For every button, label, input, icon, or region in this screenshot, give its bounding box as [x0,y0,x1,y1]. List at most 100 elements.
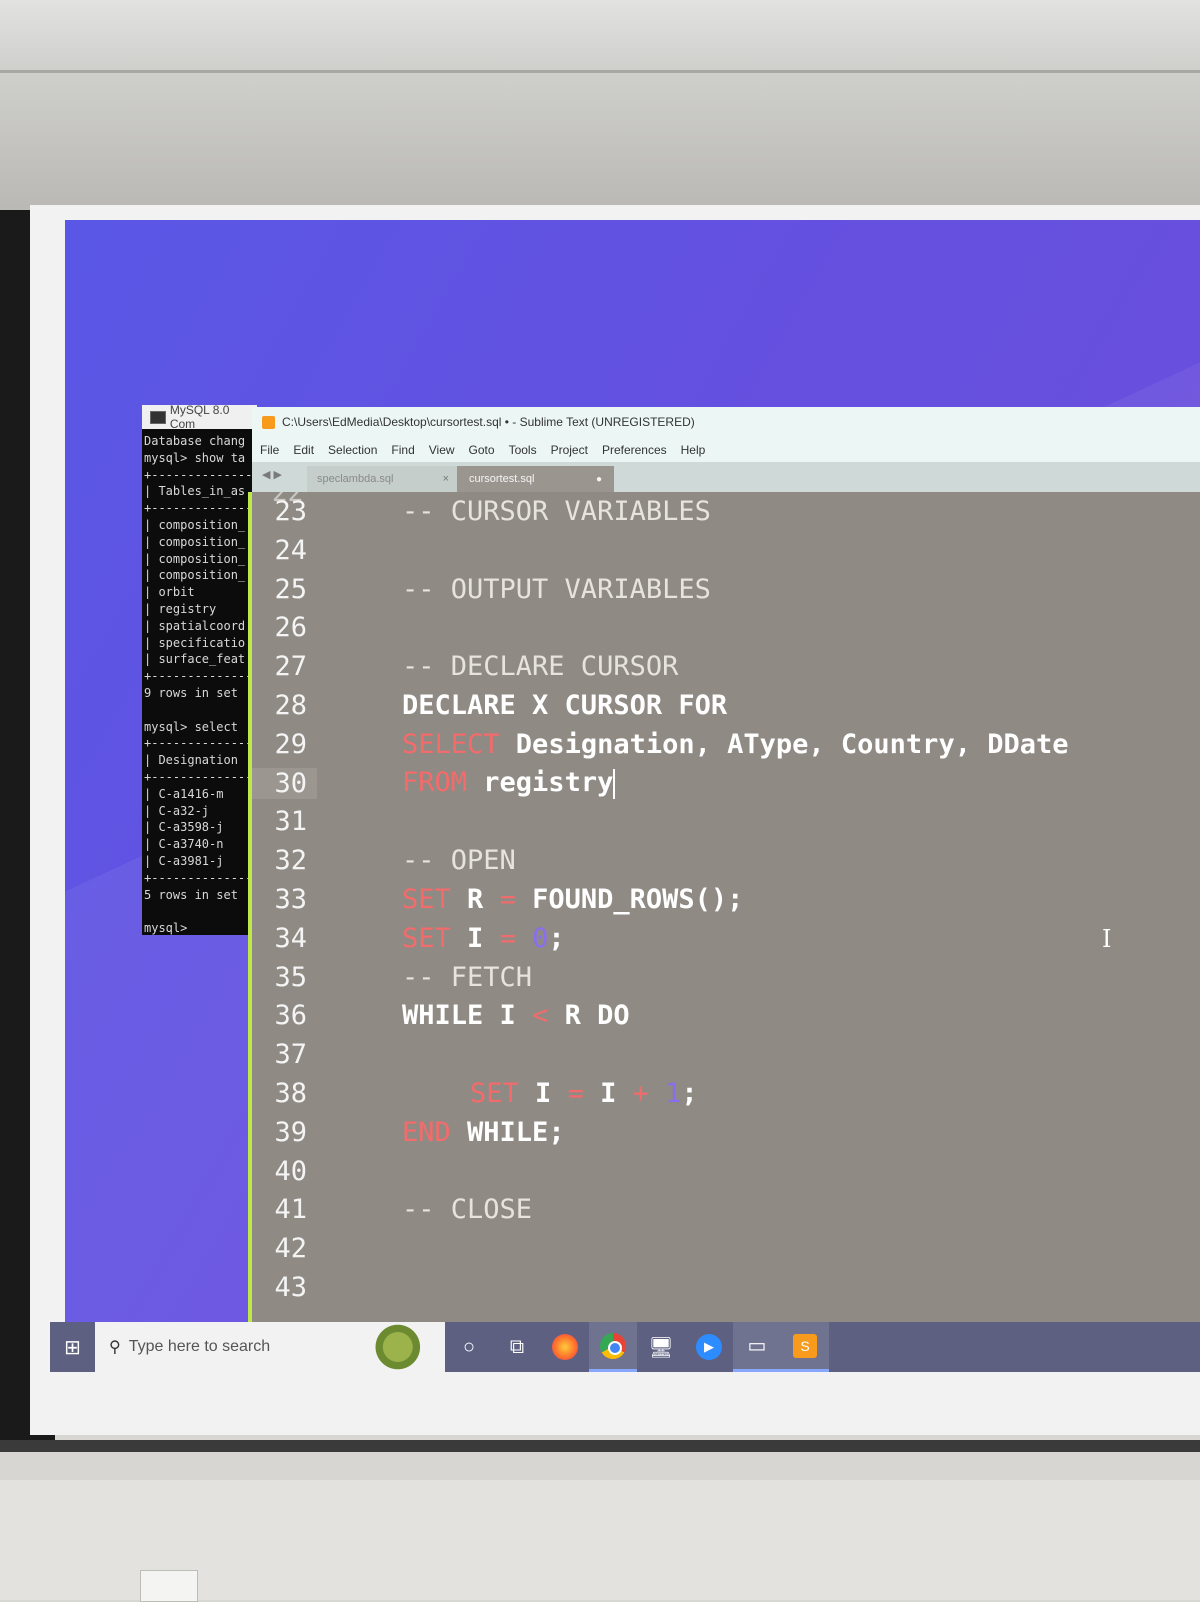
sublime-title-bar[interactable]: C:\Users\EdMedia\Desktop\cursortest.sql … [252,407,1200,437]
line-number: 42 [274,1233,307,1265]
code-line[interactable]: 27 -- DECLARE CURSOR [252,647,1200,686]
menu-item-help[interactable]: Help [681,443,706,457]
sql-keyword: SET [402,884,451,915]
menu-item-file[interactable]: File [260,443,279,457]
console-line: Database chang [144,434,246,448]
task-view-icon[interactable]: ⧉ [493,1322,541,1372]
console-line: | surface_feat [144,652,246,667]
code-token: ; [681,1078,698,1109]
menu-item-tools[interactable]: Tools [509,443,537,457]
code-line[interactable]: 28 DECLARE X CURSOR FOR [252,686,1200,725]
code-line[interactable]: 25 -- OUTPUT VARIABLES [252,570,1200,609]
sublime-logo-icon [262,415,275,429]
menu-item-find[interactable]: Find [391,443,414,457]
console-line: | C-a3981-j [144,853,224,868]
code-line[interactable]: 41 -- CLOSE [252,1190,1200,1229]
console-line: mysql> show ta [144,450,246,465]
code-token: FOUND_ROWS(); [515,884,744,915]
sql-keyword: SET [402,922,451,954]
menu-bar: File Edit Selection Find View Goto Tools Projec… [252,437,1200,462]
code-line[interactable]: 40 [252,1152,1200,1191]
code-line[interactable]: 26 [252,608,1200,647]
code-line[interactable]: 42 [252,1229,1200,1268]
code-line[interactable]: 39 END WHILE; [252,1113,1200,1152]
code-token: WHILE; [450,1116,565,1148]
menu-item-preferences[interactable]: Preferences [602,443,667,457]
tab-nav-arrows-icon[interactable]: ◀ ▶ [262,468,282,481]
console-line: | C-a3598-j [144,820,224,835]
line-number: 40 [274,1155,307,1187]
windows-start-icon[interactable]: ⊞ [50,1322,95,1372]
sublime-icon[interactable]: S [781,1322,829,1372]
code-line[interactable]: 36 WHILE I < R DO [252,996,1200,1035]
code-text: SET I = I + 1; [317,1078,698,1109]
cortana-icon[interactable]: ○ [445,1322,493,1372]
search-icon: ⚲ [109,1339,121,1356]
code-line[interactable]: 29 SELECT Designation, AType, Country, DD… [252,725,1200,764]
menu-item-selection[interactable]: Selection [328,443,377,457]
code-text: DECLARE X CURSOR FOR [317,690,727,721]
chrome-icon[interactable] [589,1322,637,1372]
code-line[interactable]: 24 [252,531,1200,570]
console-line: | composition_ [144,534,246,549]
console-line: | spatialcoord [144,618,246,633]
code-line[interactable]: 37 [252,1035,1200,1074]
line-number: 41 [274,1194,307,1226]
tab-speclambda[interactable]: speclambda.sql × [307,466,457,492]
network-icon[interactable]: 🖥 [637,1322,685,1372]
console-line: | Designation [144,753,238,768]
code-token: ; [548,922,565,954]
code-text: -- CLOSE [317,1194,532,1225]
taskbar-search-box[interactable]: ⚲ Type here to search [95,1322,445,1372]
code-text: -- FETCH [317,962,532,993]
code-line[interactable]: 31 [252,802,1200,841]
terminal-icon[interactable]: ▭ [733,1322,781,1372]
code-text: -- OUTPUT VARIABLES [317,574,711,605]
console-icon [150,410,166,424]
code-line[interactable]: 32 -- OPEN [252,841,1200,880]
code-line[interactable]: 35 -- FETCH [252,958,1200,997]
firefox-icon[interactable] [541,1322,589,1372]
code-token: registry [467,767,614,799]
sql-comment: -- DECLARE CURSOR [402,651,679,683]
console-line: +-------------- [144,736,253,751]
line-number: 28 [274,690,307,721]
menu-item-goto[interactable]: Goto [469,443,495,457]
code-editor[interactable]: 22 I 23 -- CURSOR VARIABLES 24 25 -- OUTPUT … [252,492,1200,1325]
mysql-title-bar[interactable]: MySQL 8.0 Com [142,403,257,431]
code-line[interactable]: 38 SET I = I + 1; [252,1074,1200,1113]
projector-screen-housing [0,70,1200,213]
text-cursor [613,768,616,799]
sql-comment: -- CLOSE [402,1194,533,1226]
sublime-text-window[interactable]: C:\Users\EdMedia\Desktop\cursortest.sql … [248,407,1200,1325]
line-number: 32 [274,845,307,877]
line-number: 38 [274,1078,307,1109]
operator: = [499,884,516,915]
console-line: | registry [144,601,217,616]
code-line[interactable]: 43 [252,1268,1200,1307]
code-line[interactable]: 34 SET I = 0; [252,919,1200,958]
mysql-console-window[interactable]: MySQL 8.0 Com Database chang mysql> show … [142,403,257,935]
menu-item-view[interactable]: View [429,443,455,457]
code-line[interactable]: 33 SET R = FOUND_ROWS(); [252,880,1200,919]
sql-comment: -- OUTPUT VARIABLES [402,573,711,605]
code-token: DECLARE X CURSOR FOR [402,690,728,721]
tab-cursortest[interactable]: cursortest.sql ● [457,466,614,492]
code-line[interactable]: 23 -- CURSOR VARIABLES [252,492,1200,531]
close-icon[interactable]: × [443,473,449,485]
operator: + [632,1078,649,1109]
console-line: | C-a1416-m [144,786,224,801]
console-line: mysql> select [144,719,238,734]
tab-label: speclambda.sql [317,473,394,485]
code-token: Designation, AType, Country, DDate [499,728,1069,760]
code-token: R [450,884,500,915]
code-line[interactable]: 30 FROM registry [252,764,1200,803]
code-text: WHILE I < R DO [317,1000,630,1031]
zoom-icon[interactable]: ▶ [685,1322,733,1372]
line-number: 39 [274,1116,307,1148]
menu-item-edit[interactable]: Edit [293,443,314,457]
sql-comment: -- OPEN [402,845,516,877]
menu-item-project[interactable]: Project [551,443,588,457]
